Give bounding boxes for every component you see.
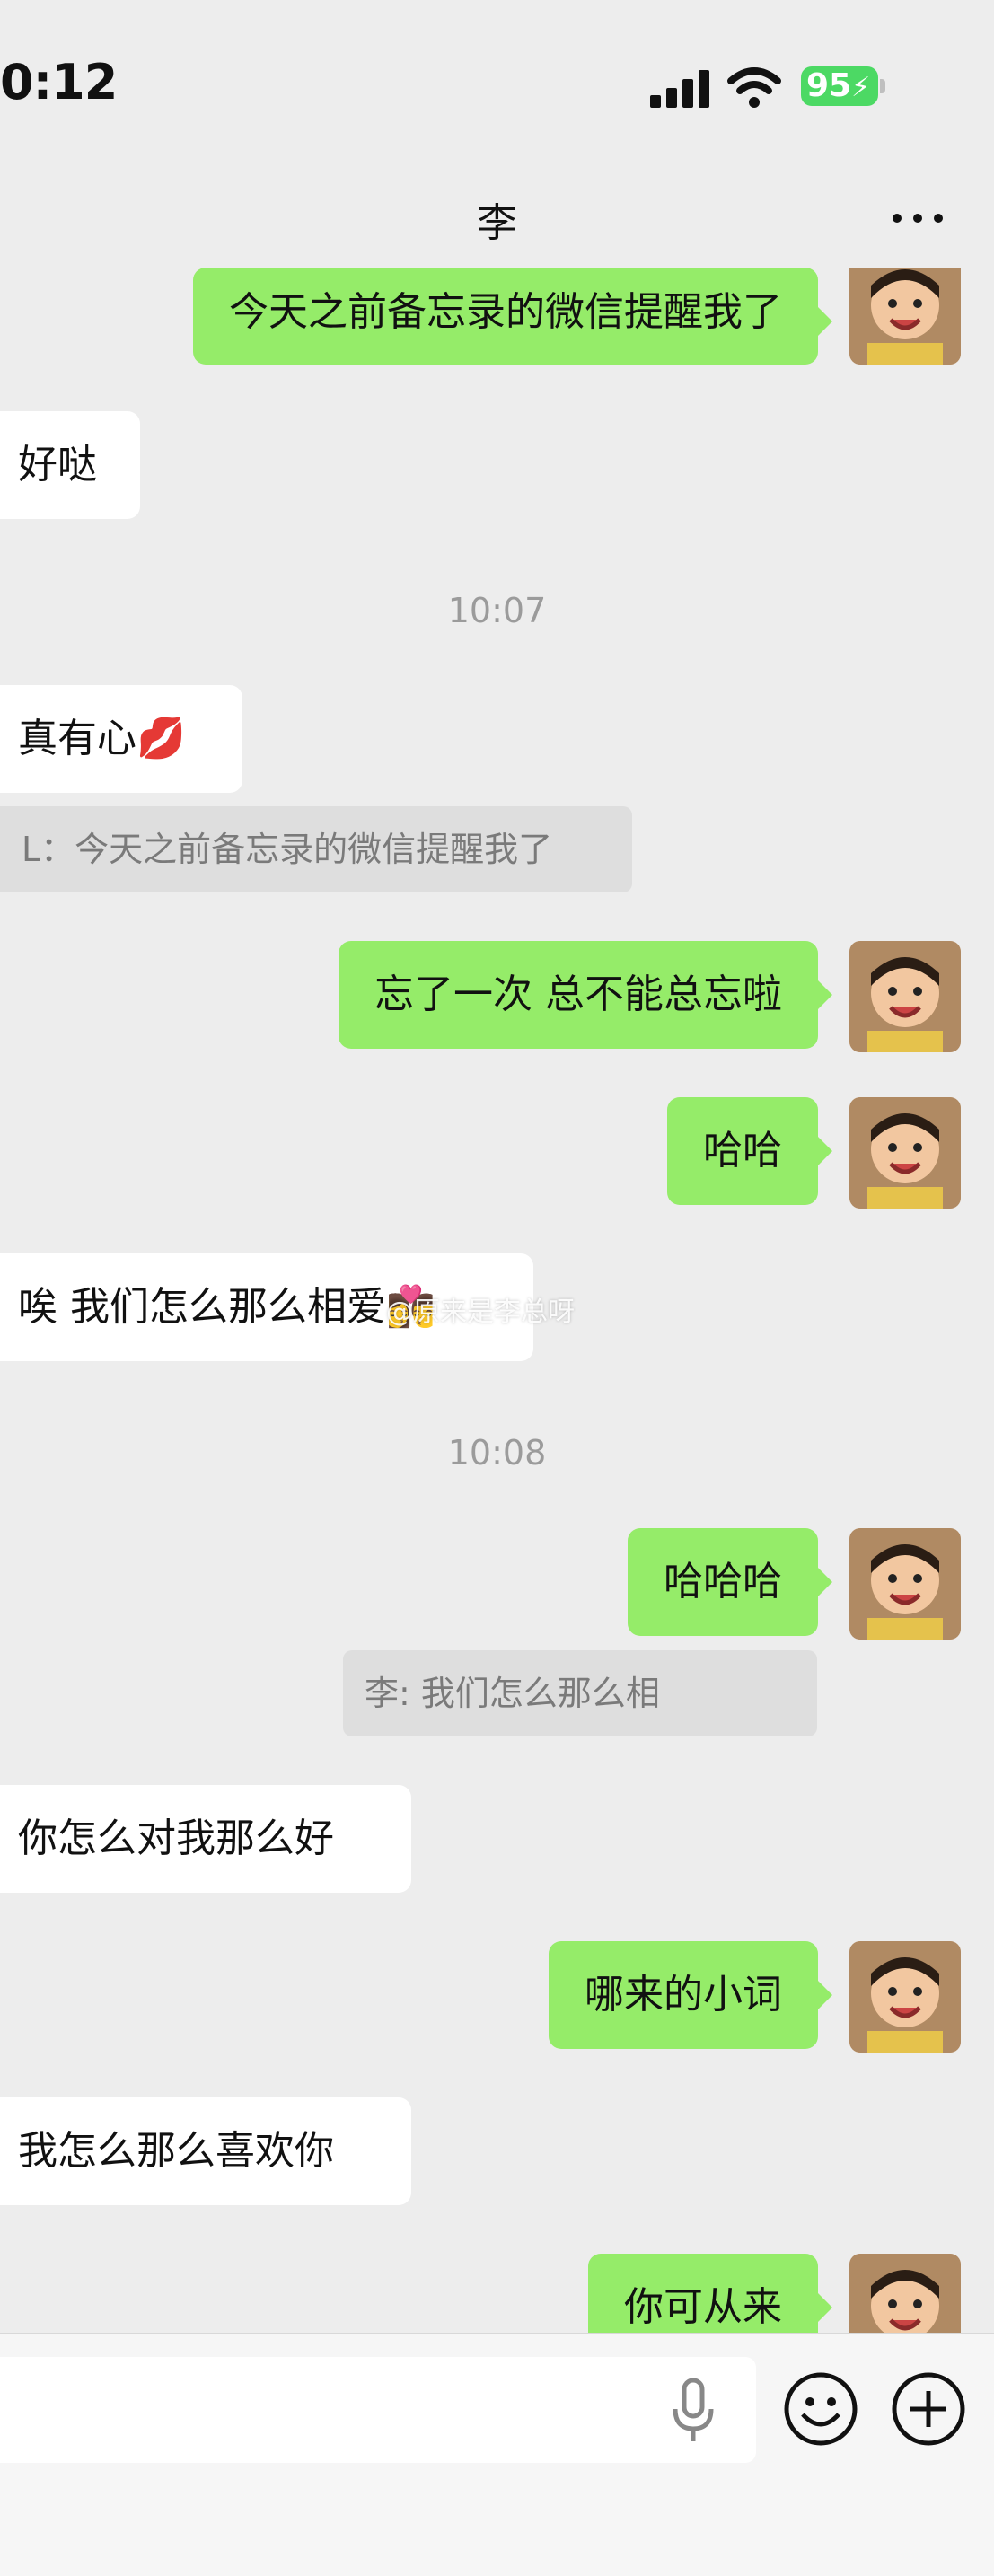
chat-title: 李 xyxy=(477,200,517,246)
more-dots-icon[interactable] xyxy=(889,198,946,237)
message-bubble-sent[interactable]: 忘了一次 总不能总忘啦 xyxy=(339,941,832,1049)
status-time: 0:12 xyxy=(0,54,118,110)
user-avatar[interactable] xyxy=(849,2254,961,2333)
quoted-message[interactable]: 李: 我们怎么那么相 xyxy=(343,1650,817,1736)
watermark: @原来是李总呀 xyxy=(386,1297,575,1328)
user-avatar[interactable] xyxy=(849,941,961,1052)
plus-icon[interactable] xyxy=(891,2371,966,2447)
message-input[interactable] xyxy=(0,2357,756,2463)
message-bubble-sent[interactable]: 哈哈 xyxy=(667,1097,832,1205)
message-timestamp: 10:07 xyxy=(447,591,547,630)
battery-level: 95 xyxy=(806,67,852,104)
message-bubble-sent[interactable]: 哪来的小词 xyxy=(549,1941,832,2049)
user-avatar[interactable] xyxy=(849,1941,961,2053)
signal-icon xyxy=(650,68,713,108)
wifi-icon xyxy=(727,67,781,108)
emoji-icon[interactable] xyxy=(783,2371,858,2447)
battery-indicator: 95⚡ xyxy=(801,66,878,106)
user-avatar[interactable] xyxy=(849,1097,961,1209)
message-bubble-received[interactable]: 你怎么对我那么好 xyxy=(0,1785,411,1893)
user-avatar[interactable] xyxy=(849,1528,961,1640)
chat-header: 李 xyxy=(0,171,994,268)
battery-tip xyxy=(880,79,885,93)
message-bubble-sent[interactable]: 今天之前备忘录的微信提醒我了 xyxy=(193,268,832,365)
message-bubble-received[interactable]: 我怎么那么喜欢你 xyxy=(0,2097,411,2205)
message-bubble-received[interactable]: 真有心💋 xyxy=(0,685,242,793)
microphone-icon[interactable] xyxy=(666,2375,720,2447)
message-bubble-received[interactable]: 好哒 xyxy=(0,411,140,519)
message-list[interactable]: 今天之前备忘录的微信提醒我了 好哒 10:07 真有心💋 L：今天之前备忘录的微… xyxy=(0,268,994,2333)
message-bubble-sent[interactable]: 哈哈哈 xyxy=(628,1528,832,1636)
charging-icon: ⚡ xyxy=(851,72,871,103)
message-timestamp: 10:08 xyxy=(447,1433,547,1473)
message-bubble-sent[interactable]: 你可从来 xyxy=(588,2254,832,2333)
user-avatar[interactable] xyxy=(849,268,961,365)
input-bar xyxy=(0,2333,994,2576)
status-bar: 0:12 95⚡ xyxy=(0,0,994,171)
quoted-message[interactable]: L：今天之前备忘录的微信提醒我了 xyxy=(0,806,632,892)
